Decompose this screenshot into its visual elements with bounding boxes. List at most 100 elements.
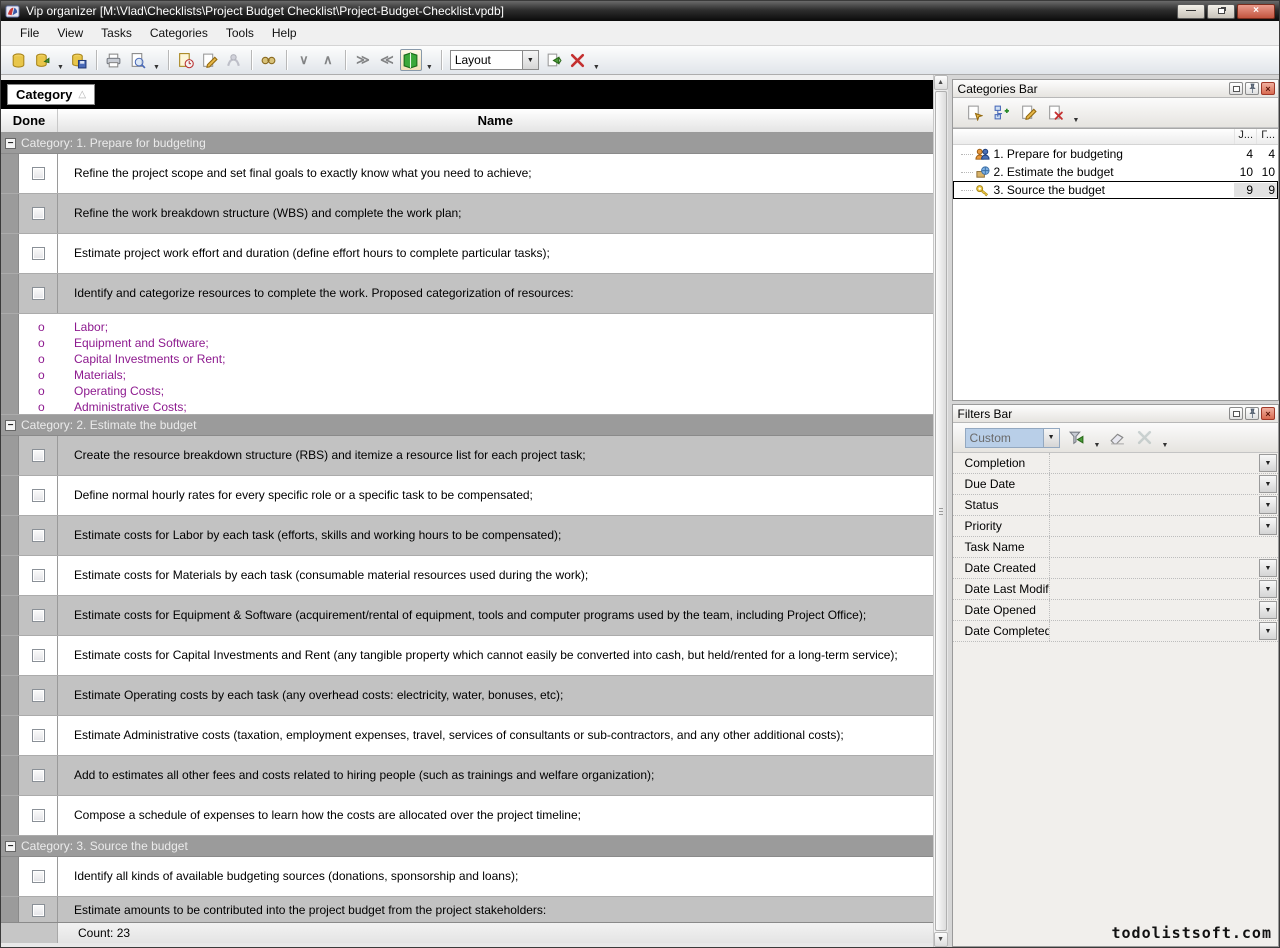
scroll-up-icon[interactable]: ▲	[934, 75, 948, 90]
filter-dropdown-icon[interactable]: ▼	[1259, 601, 1277, 619]
menu-item-file[interactable]: File	[11, 23, 48, 43]
categories-close-icon[interactable]: ×	[1261, 82, 1275, 95]
print-preview-icon[interactable]	[127, 49, 149, 71]
task-checkbox[interactable]	[32, 569, 45, 582]
category-row[interactable]: 1. Prepare for budgeting44	[953, 145, 1278, 163]
filter-value-field[interactable]	[1050, 558, 1258, 578]
task-checkbox[interactable]	[32, 904, 45, 917]
category-group-header[interactable]: −Category: 3. Source the budget	[1, 836, 933, 857]
vertical-scrollbar[interactable]: ▲ ▼	[933, 75, 948, 947]
task-checkbox[interactable]	[32, 287, 45, 300]
task-row[interactable]: Estimate costs for Capital Investments a…	[1, 636, 933, 676]
filter-dropdown-icon[interactable]: ▼	[1259, 454, 1277, 472]
menu-item-tools[interactable]: Tools	[217, 23, 263, 43]
task-checkbox[interactable]	[32, 449, 45, 462]
filter-dropdown-icon[interactable]: ▼	[1259, 580, 1277, 598]
close-button-icon[interactable]: ×	[1237, 4, 1275, 19]
menu-item-categories[interactable]: Categories	[141, 23, 217, 43]
delete-layout-icon[interactable]	[567, 49, 589, 71]
edit-task-icon[interactable]	[199, 49, 221, 71]
scroll-down-icon[interactable]: ▼	[934, 932, 948, 947]
task-row[interactable]: Estimate Administrative costs (taxation,…	[1, 716, 933, 756]
filter-value-field[interactable]	[1050, 516, 1258, 536]
apply-filter-dropdown-icon[interactable]: ▼	[1092, 442, 1103, 449]
filter-preset-combobox[interactable]: Custom ▼	[965, 428, 1060, 448]
categories-pin-icon[interactable]	[1245, 82, 1259, 95]
task-checkbox[interactable]	[32, 809, 45, 822]
save-database-icon[interactable]	[68, 49, 90, 71]
task-checkbox[interactable]	[32, 870, 45, 883]
task-row[interactable]: Compose a schedule of expenses to learn …	[1, 796, 933, 836]
menu-item-tasks[interactable]: Tasks	[92, 23, 141, 43]
task-row[interactable]: Identify and categorize resources to com…	[1, 274, 933, 314]
category-group-header[interactable]: −Category: 2. Estimate the budget	[1, 415, 933, 436]
apply-layout-icon[interactable]	[543, 49, 565, 71]
task-row[interactable]: Add to estimates all other fees and cost…	[1, 756, 933, 796]
filter-dropdown-icon[interactable]: ▼	[1259, 622, 1277, 640]
move-top-icon[interactable]: ≪	[376, 49, 398, 71]
task-row[interactable]: Create the resource breakdown structure …	[1, 436, 933, 476]
filter-preset-value[interactable]: Custom	[965, 428, 1043, 448]
delete-filter-icon[interactable]	[1132, 427, 1156, 449]
task-permissions-icon[interactable]	[223, 49, 245, 71]
filter-dropdown-icon[interactable]: ▼	[1259, 496, 1277, 514]
categories-toolbar-overflow-icon[interactable]: ▼	[1071, 117, 1082, 124]
categories-restore-icon[interactable]	[1229, 82, 1243, 95]
filters-toolbar-overflow-icon[interactable]: ▼	[1159, 442, 1170, 449]
group-by-category-button[interactable]: Category △	[7, 84, 95, 105]
collapse-group-icon[interactable]: −	[5, 138, 16, 149]
filter-value-field[interactable]	[1050, 621, 1258, 641]
menu-item-view[interactable]: View	[48, 23, 92, 43]
task-checkbox[interactable]	[32, 769, 45, 782]
toolbar-overflow-icon[interactable]: ▼	[591, 64, 602, 71]
task-row[interactable]: Refine the project scope and set final g…	[1, 154, 933, 194]
task-checkbox[interactable]	[32, 207, 45, 220]
categories-col2-header[interactable]: Г...	[1256, 129, 1278, 144]
task-row[interactable]: Identify all kinds of available budgetin…	[1, 857, 933, 897]
new-task-icon[interactable]	[175, 49, 197, 71]
task-checkbox[interactable]	[32, 689, 45, 702]
task-checkbox[interactable]	[32, 529, 45, 542]
column-header-name[interactable]: Name	[58, 109, 933, 132]
minimize-button-icon[interactable]: —	[1177, 4, 1205, 19]
layout-mode-icon[interactable]	[400, 49, 422, 71]
task-row[interactable]: Estimate costs for Materials by each tas…	[1, 556, 933, 596]
task-checkbox[interactable]	[32, 729, 45, 742]
task-row[interactable]: Define normal hourly rates for every spe…	[1, 476, 933, 516]
categories-col1-header[interactable]: J...	[1234, 129, 1256, 144]
filter-value-field[interactable]	[1050, 495, 1258, 515]
column-header-done[interactable]: Done	[1, 109, 58, 132]
task-row[interactable]: Estimate amounts to be contributed into …	[1, 897, 933, 922]
collapse-group-icon[interactable]: −	[5, 841, 16, 852]
filter-dropdown-icon[interactable]: ▼	[1259, 475, 1277, 493]
task-checkbox[interactable]	[32, 649, 45, 662]
new-database-icon[interactable]	[7, 49, 29, 71]
layout-dropdown-icon[interactable]: ▼	[424, 64, 435, 71]
filters-close-icon[interactable]: ×	[1261, 407, 1275, 420]
restore-button-icon[interactable]	[1207, 4, 1235, 19]
print-icon[interactable]	[103, 49, 125, 71]
task-row[interactable]: Estimate Operating costs by each task (a…	[1, 676, 933, 716]
task-row[interactable]: Refine the work breakdown structure (WBS…	[1, 194, 933, 234]
layout-combobox-dropdown-icon[interactable]: ▼	[522, 50, 539, 70]
filter-value-field[interactable]	[1050, 537, 1278, 557]
find-icon[interactable]	[258, 49, 280, 71]
category-row[interactable]: 2. Estimate the budget1010	[953, 163, 1278, 181]
category-group-header[interactable]: −Category: 1. Prepare for budgeting	[1, 133, 933, 154]
move-up-icon[interactable]: ∧	[317, 49, 339, 71]
move-down-icon[interactable]: ∨	[293, 49, 315, 71]
filters-restore-icon[interactable]	[1229, 407, 1243, 420]
task-checkbox[interactable]	[32, 167, 45, 180]
task-row[interactable]: Estimate costs for Equipment & Software …	[1, 596, 933, 636]
menu-item-help[interactable]: Help	[263, 23, 306, 43]
filter-dropdown-icon[interactable]: ▼	[1259, 559, 1277, 577]
task-checkbox[interactable]	[32, 247, 45, 260]
filter-value-field[interactable]	[1050, 474, 1258, 494]
open-database-icon[interactable]	[31, 49, 53, 71]
filter-value-field[interactable]	[1050, 453, 1258, 473]
task-checkbox[interactable]	[32, 609, 45, 622]
category-row[interactable]: 3. Source the budget99	[953, 181, 1278, 199]
delete-category-icon[interactable]	[1044, 102, 1068, 124]
task-checkbox[interactable]	[32, 489, 45, 502]
scrollbar-thumb[interactable]	[935, 91, 947, 931]
